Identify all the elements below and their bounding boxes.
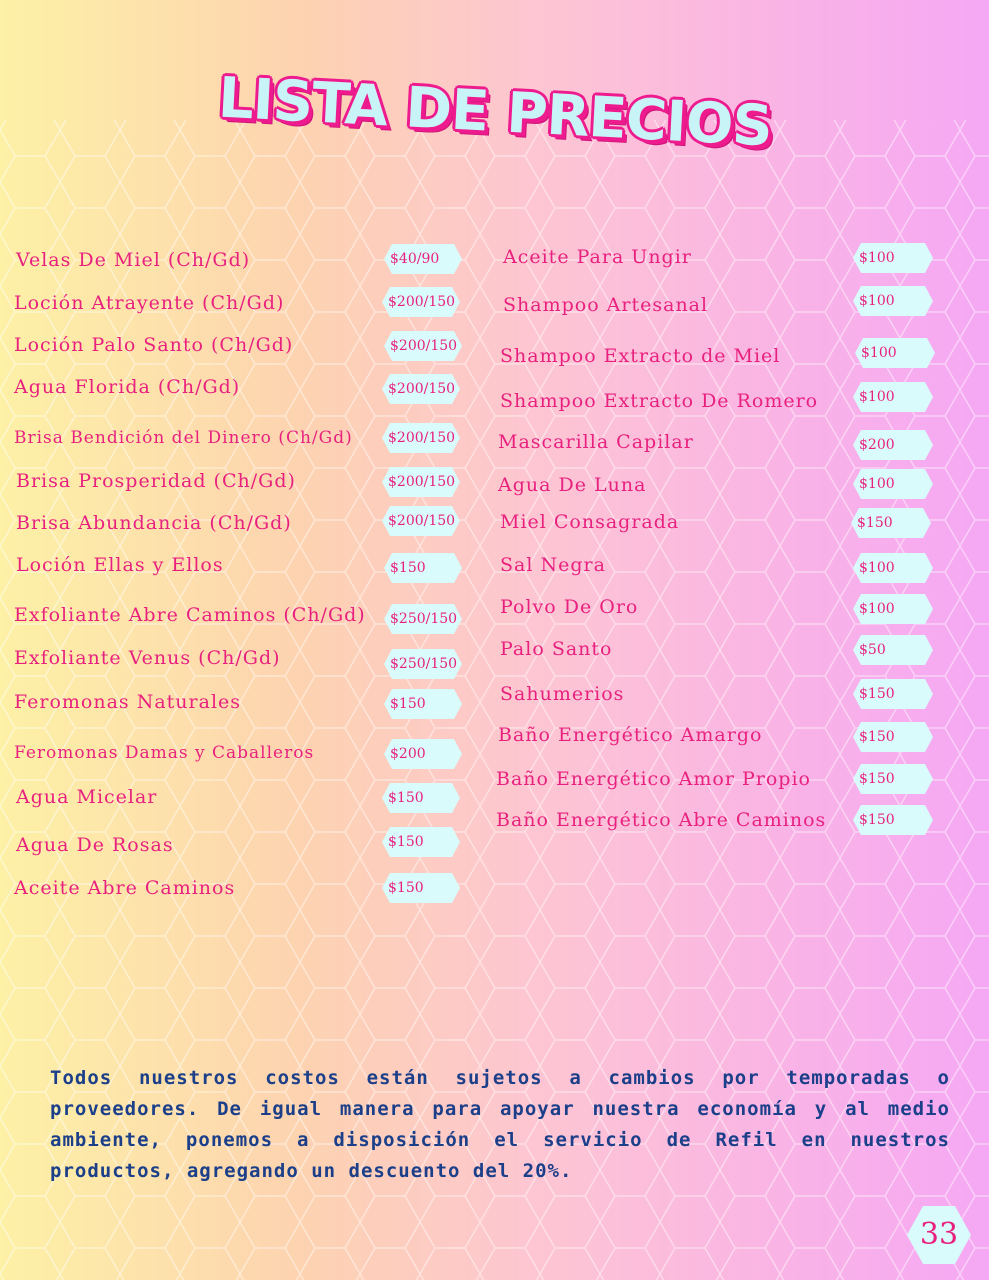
list-item-name: Shampoo Extracto de Miel (500, 345, 781, 367)
price-tag: $100 (853, 382, 933, 412)
price-tag: $150 (853, 764, 933, 794)
price-tag: $150 (853, 805, 933, 835)
price-tag: $100 (853, 286, 933, 316)
price-tag: $200/150 (382, 467, 460, 497)
price-tag: $150 (384, 689, 462, 719)
price-tag: $250/150 (384, 604, 462, 634)
list-item-name: Polvo De Oro (500, 596, 639, 618)
list-item-name: Sal Negra (500, 554, 606, 576)
list-item-name: Loción Ellas y Ellos (16, 554, 224, 576)
page-title: LISTA DE PRECIOS (216, 65, 774, 160)
list-item-name: Exfoliante Abre Caminos (Ch/Gd) (14, 604, 366, 626)
price-tag: $150 (853, 722, 933, 752)
price-tag: $50 (853, 635, 933, 665)
list-item-name: Miel Consagrada (500, 511, 680, 533)
price-tag: $200/150 (384, 331, 462, 361)
price-tag: $150 (851, 508, 931, 538)
price-tag: $100 (853, 469, 933, 499)
list-item-name: Loción Atrayente (Ch/Gd) (14, 292, 285, 314)
list-item-name: Palo Santo (500, 638, 613, 660)
price-tag: $100 (853, 243, 933, 273)
price-tag: $150 (853, 679, 933, 709)
list-item-name: Agua Florida (Ch/Gd) (14, 376, 241, 398)
list-item-name: Loción Palo Santo (Ch/Gd) (14, 334, 294, 356)
list-item-name: Brisa Bendición del Dinero (Ch/Gd) (14, 428, 353, 448)
list-item-name: Baño Energético Amor Propio (496, 768, 811, 790)
list-item-name: Feromonas Damas y Caballeros (14, 743, 315, 763)
list-item-name: Baño Energético Abre Caminos (496, 809, 827, 831)
list-item-name: Velas De Miel (Ch/Gd) (16, 249, 251, 271)
price-tag: $200/150 (382, 423, 460, 453)
price-disclaimer-note: Todos nuestros costos están sujetos a ca… (50, 1067, 950, 1182)
title-block: LISTA DE PRECIOS (195, 66, 795, 160)
price-tag: $150 (382, 783, 460, 813)
list-item-name: Shampoo Artesanal (503, 294, 709, 316)
price-tag: $100 (853, 553, 933, 583)
price-tag: $200/150 (382, 506, 460, 536)
price-tag: $200/150 (382, 374, 460, 404)
list-item-name: Agua De Rosas (16, 834, 174, 856)
price-tag: $250/150 (384, 649, 462, 679)
list-item-name: Sahumerios (500, 683, 625, 705)
list-item-name: Shampoo Extracto De Romero (500, 390, 819, 412)
price-tag: $150 (382, 873, 460, 903)
list-item-name: Aceite Para Ungir (503, 246, 692, 268)
price-tag: $200 (853, 430, 933, 460)
price-tag: $200/150 (382, 287, 460, 317)
list-item-name: Mascarilla Capilar (498, 431, 694, 453)
list-item-name: Aceite Abre Caminos (14, 877, 236, 899)
list-item-name: Brisa Abundancia (Ch/Gd) (16, 512, 292, 534)
price-tag: $150 (382, 827, 460, 857)
price-tag: $100 (855, 338, 935, 368)
price-tag: $150 (384, 553, 462, 583)
price-tag: $100 (853, 594, 933, 624)
list-item-name: Feromonas Naturales (14, 691, 242, 713)
list-item-name: Agua Micelar (16, 786, 158, 808)
list-item-name: Agua De Luna (498, 474, 647, 496)
price-tag: $40/90 (384, 244, 462, 274)
list-item-name: Baño Energético Amargo (498, 724, 763, 746)
list-item-name: Brisa Prosperidad (Ch/Gd) (16, 470, 296, 492)
list-item-name: Exfoliante Venus (Ch/Gd) (14, 647, 281, 669)
price-tag: $200 (384, 739, 462, 769)
